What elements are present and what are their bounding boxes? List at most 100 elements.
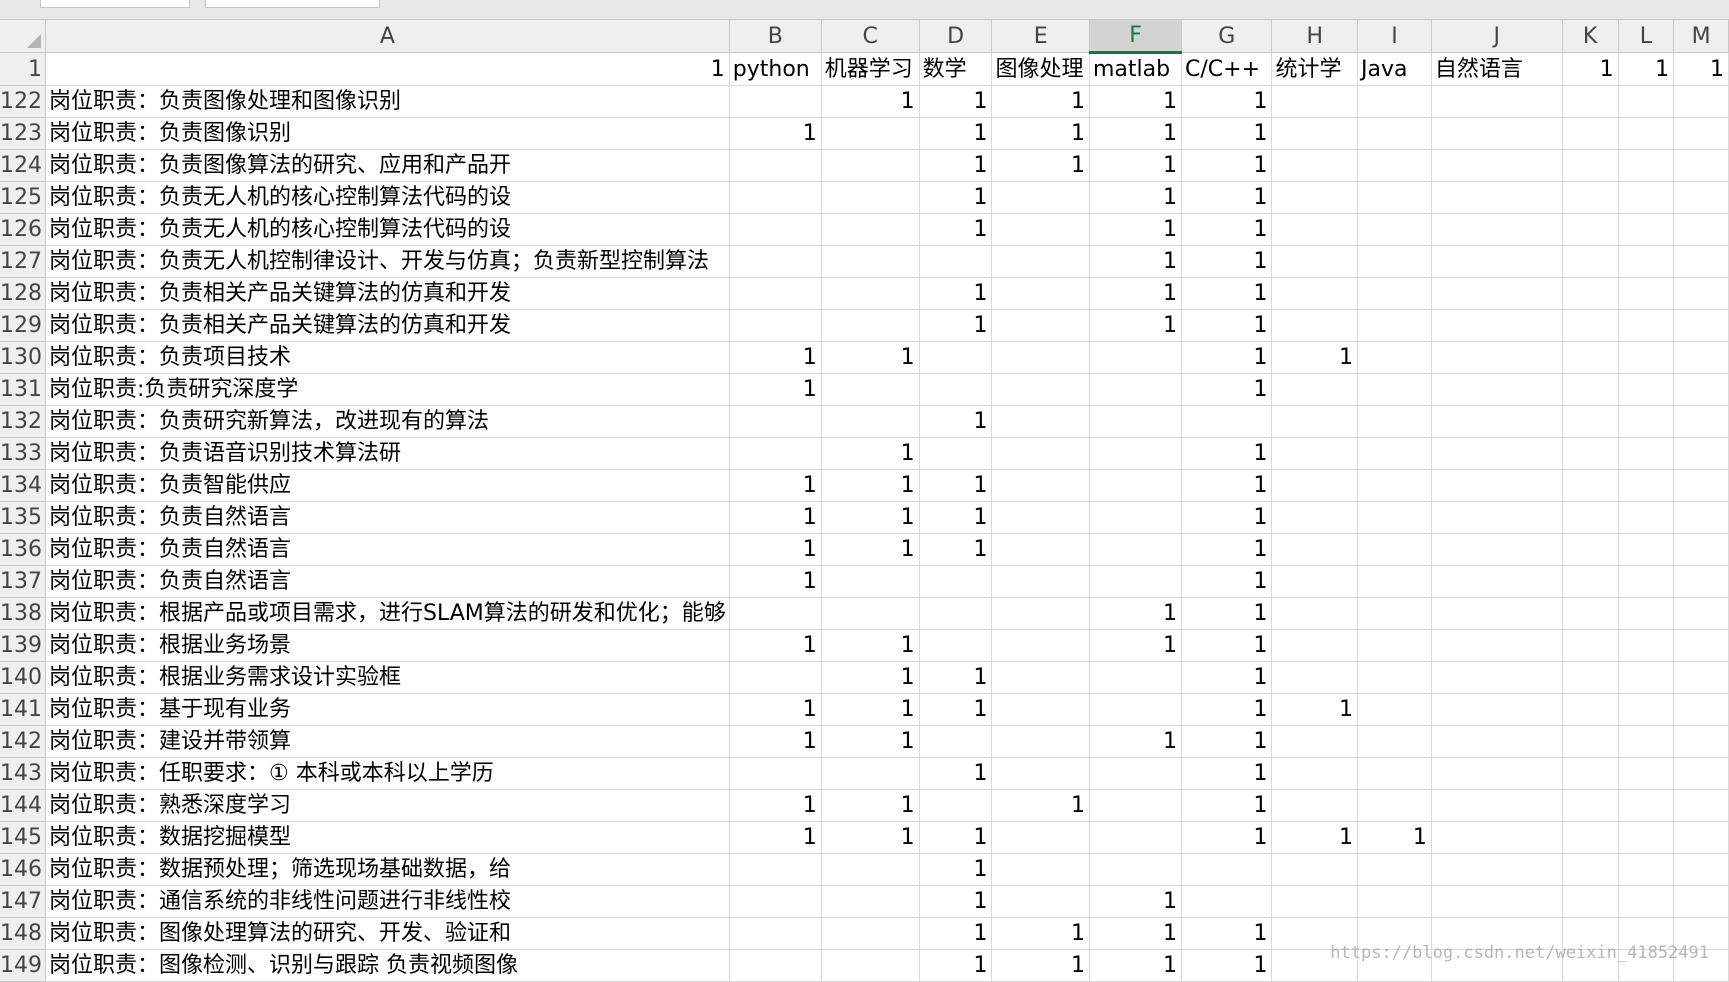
- cell[interactable]: 1: [1181, 213, 1273, 246]
- row-header[interactable]: 130: [0, 341, 46, 374]
- cell[interactable]: [1562, 117, 1619, 150]
- row-header[interactable]: 127: [0, 245, 46, 278]
- cell[interactable]: 1: [729, 501, 822, 534]
- select-all-corner[interactable]: [0, 20, 46, 53]
- cell[interactable]: [1562, 501, 1619, 534]
- cell[interactable]: [1271, 405, 1359, 438]
- column-header-j[interactable]: J: [1431, 20, 1563, 53]
- cell[interactable]: 1: [1089, 949, 1183, 982]
- cell[interactable]: [1618, 277, 1675, 310]
- cell[interactable]: [1357, 341, 1432, 374]
- cell[interactable]: [991, 245, 1090, 278]
- cell[interactable]: [1673, 405, 1729, 438]
- cell[interactable]: 1: [821, 341, 920, 374]
- cell[interactable]: [1562, 85, 1619, 118]
- row-header[interactable]: 135: [0, 501, 46, 534]
- cell[interactable]: 1: [1181, 917, 1273, 950]
- cell[interactable]: 1: [729, 693, 822, 726]
- cell[interactable]: 图像处理: [991, 52, 1090, 86]
- cell[interactable]: 1: [1089, 117, 1183, 150]
- cell[interactable]: [821, 117, 920, 150]
- cell[interactable]: [1431, 245, 1563, 278]
- cell[interactable]: [1431, 629, 1563, 662]
- cell[interactable]: 1: [1089, 597, 1183, 630]
- cell[interactable]: [729, 181, 822, 214]
- cell[interactable]: [991, 405, 1090, 438]
- cell[interactable]: 1: [45, 52, 730, 86]
- row-header[interactable]: 139: [0, 629, 46, 662]
- cell[interactable]: 1: [729, 629, 822, 662]
- column-header-c[interactable]: C: [821, 20, 920, 53]
- cell[interactable]: [729, 309, 822, 342]
- cell[interactable]: [919, 373, 993, 406]
- cell[interactable]: python: [729, 52, 822, 86]
- cell[interactable]: [1089, 373, 1183, 406]
- cell[interactable]: [1562, 469, 1619, 502]
- cell[interactable]: [919, 629, 993, 662]
- cell[interactable]: [1618, 853, 1675, 886]
- cell[interactable]: [991, 725, 1090, 758]
- cell[interactable]: 1: [1181, 117, 1273, 150]
- cell[interactable]: 1: [1181, 501, 1273, 534]
- cell[interactable]: 1: [919, 917, 993, 950]
- column-header-i[interactable]: I: [1357, 20, 1432, 53]
- cell[interactable]: 1: [821, 437, 920, 470]
- cell[interactable]: [1181, 405, 1273, 438]
- cell[interactable]: 1: [729, 789, 822, 822]
- cell[interactable]: 1: [1181, 245, 1273, 278]
- row-header[interactable]: 146: [0, 853, 46, 886]
- cell[interactable]: 1: [919, 213, 993, 246]
- cell[interactable]: [1431, 309, 1563, 342]
- cell[interactable]: 1: [1181, 469, 1273, 502]
- cell[interactable]: [1562, 693, 1619, 726]
- cell[interactable]: [1089, 469, 1183, 502]
- cell[interactable]: [1618, 181, 1675, 214]
- cell[interactable]: [1618, 757, 1675, 790]
- cell[interactable]: [1271, 181, 1359, 214]
- cell[interactable]: [1618, 501, 1675, 534]
- cell[interactable]: [1357, 309, 1432, 342]
- cell[interactable]: 1: [729, 565, 822, 598]
- cell[interactable]: 1: [1357, 821, 1432, 854]
- cell[interactable]: [1562, 789, 1619, 822]
- cell[interactable]: [1673, 821, 1729, 854]
- cell[interactable]: [1673, 181, 1729, 214]
- cell[interactable]: [1431, 117, 1563, 150]
- cell[interactable]: [1673, 213, 1729, 246]
- column-header-f[interactable]: F: [1089, 20, 1183, 54]
- cell[interactable]: 1: [919, 277, 993, 310]
- cell-description[interactable]: 岗位职责：数据挖掘模型: [45, 821, 730, 854]
- row-header[interactable]: 125: [0, 181, 46, 214]
- cell[interactable]: [1618, 821, 1675, 854]
- cell-description[interactable]: 岗位职责：建设并带领算: [45, 725, 730, 758]
- cell[interactable]: [991, 501, 1090, 534]
- cell[interactable]: [1431, 885, 1563, 918]
- cell[interactable]: [1431, 693, 1563, 726]
- cell[interactable]: [1562, 373, 1619, 406]
- cell[interactable]: [919, 565, 993, 598]
- cell[interactable]: 1: [1181, 373, 1273, 406]
- cell[interactable]: [1431, 597, 1563, 630]
- cell[interactable]: 1: [821, 85, 920, 118]
- cell-description[interactable]: 岗位职责：负责无人机控制律设计、开发与仿真；负责新型控制算法: [45, 245, 730, 278]
- cell[interactable]: 1: [821, 533, 920, 566]
- cell[interactable]: [1271, 469, 1359, 502]
- row-header[interactable]: 142: [0, 725, 46, 758]
- row-header[interactable]: 143: [0, 757, 46, 790]
- cell[interactable]: [1271, 565, 1359, 598]
- cell[interactable]: [1618, 437, 1675, 470]
- cell-description[interactable]: 岗位职责：负责项目技术: [45, 341, 730, 374]
- cell[interactable]: 1: [919, 469, 993, 502]
- cell[interactable]: 1: [1089, 309, 1183, 342]
- cell[interactable]: 1: [919, 501, 993, 534]
- cell[interactable]: [1618, 597, 1675, 630]
- cell[interactable]: [1357, 853, 1432, 886]
- cell[interactable]: 1: [919, 149, 993, 182]
- cell-description[interactable]: 岗位职责：熟悉深度学习: [45, 789, 730, 822]
- cell[interactable]: [729, 85, 822, 118]
- cell[interactable]: 数学: [919, 52, 993, 86]
- cell-description[interactable]: 岗位职责：负责研究新算法，改进现有的算法: [45, 405, 730, 438]
- cell[interactable]: [1357, 885, 1432, 918]
- cell[interactable]: [729, 853, 822, 886]
- cell[interactable]: [1271, 885, 1359, 918]
